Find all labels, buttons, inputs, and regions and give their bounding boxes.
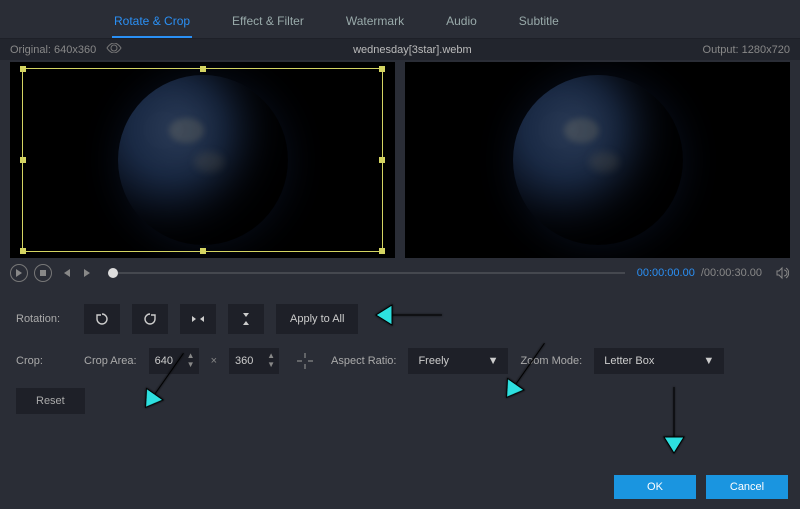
tab-watermark[interactable]: Watermark [344,8,406,38]
original-label: Original: 640x360 [10,44,96,56]
width-down[interactable]: ▼ [185,362,197,370]
ok-button[interactable]: OK [614,475,696,499]
zoom-mode-select[interactable]: Letter Box▼ [594,348,724,374]
cancel-button[interactable]: Cancel [706,475,788,499]
zoom-mode-label: Zoom Mode: [520,355,582,367]
crop-area-label: Crop Area: [84,355,137,367]
rotate-right-button[interactable] [132,304,168,334]
tab-effect-filter[interactable]: Effect & Filter [230,8,306,38]
crop-label: Crop: [16,355,72,367]
reset-button[interactable]: Reset [16,388,85,414]
time-total: /00:00:30.00 [701,267,762,279]
crop-frame[interactable] [22,68,383,252]
crop-width-input[interactable]: 640▲▼ [149,348,199,374]
time-current: 00:00:00.00 [637,267,695,279]
eye-icon[interactable] [106,43,122,56]
flip-horizontal-button[interactable] [180,304,216,334]
stop-button[interactable] [34,264,52,282]
chevron-down-icon: ▼ [703,355,714,367]
rotation-label: Rotation: [16,313,72,325]
timeline-slider[interactable] [108,272,625,274]
apply-to-all-button[interactable]: Apply to All [276,304,358,334]
x-separator: × [211,355,217,367]
output-label: Output: 1280x720 [703,44,790,56]
filename: wednesday[3star].webm [122,44,702,56]
output-preview [405,62,790,258]
flip-vertical-button[interactable] [228,304,264,334]
rotate-left-button[interactable] [84,304,120,334]
aspect-ratio-select[interactable]: Freely▼ [408,348,508,374]
center-crop-button[interactable] [291,348,319,374]
original-preview[interactable] [10,62,395,258]
info-bar: Original: 640x360 wednesday[3star].webm … [0,39,800,60]
aspect-ratio-label: Aspect Ratio: [331,355,396,367]
tab-rotate-crop[interactable]: Rotate & Crop [112,8,192,38]
tab-subtitle[interactable]: Subtitle [517,8,561,38]
next-frame-button[interactable] [80,265,96,281]
tab-bar: Rotate & Crop Effect & Filter Watermark … [0,0,800,39]
prev-frame-button[interactable] [58,265,74,281]
crop-height-input[interactable]: 360▲▼ [229,348,279,374]
chevron-down-icon: ▼ [488,355,499,367]
height-down[interactable]: ▼ [265,362,277,370]
play-button[interactable] [10,264,28,282]
volume-icon[interactable] [774,265,790,281]
tab-audio[interactable]: Audio [444,8,479,38]
